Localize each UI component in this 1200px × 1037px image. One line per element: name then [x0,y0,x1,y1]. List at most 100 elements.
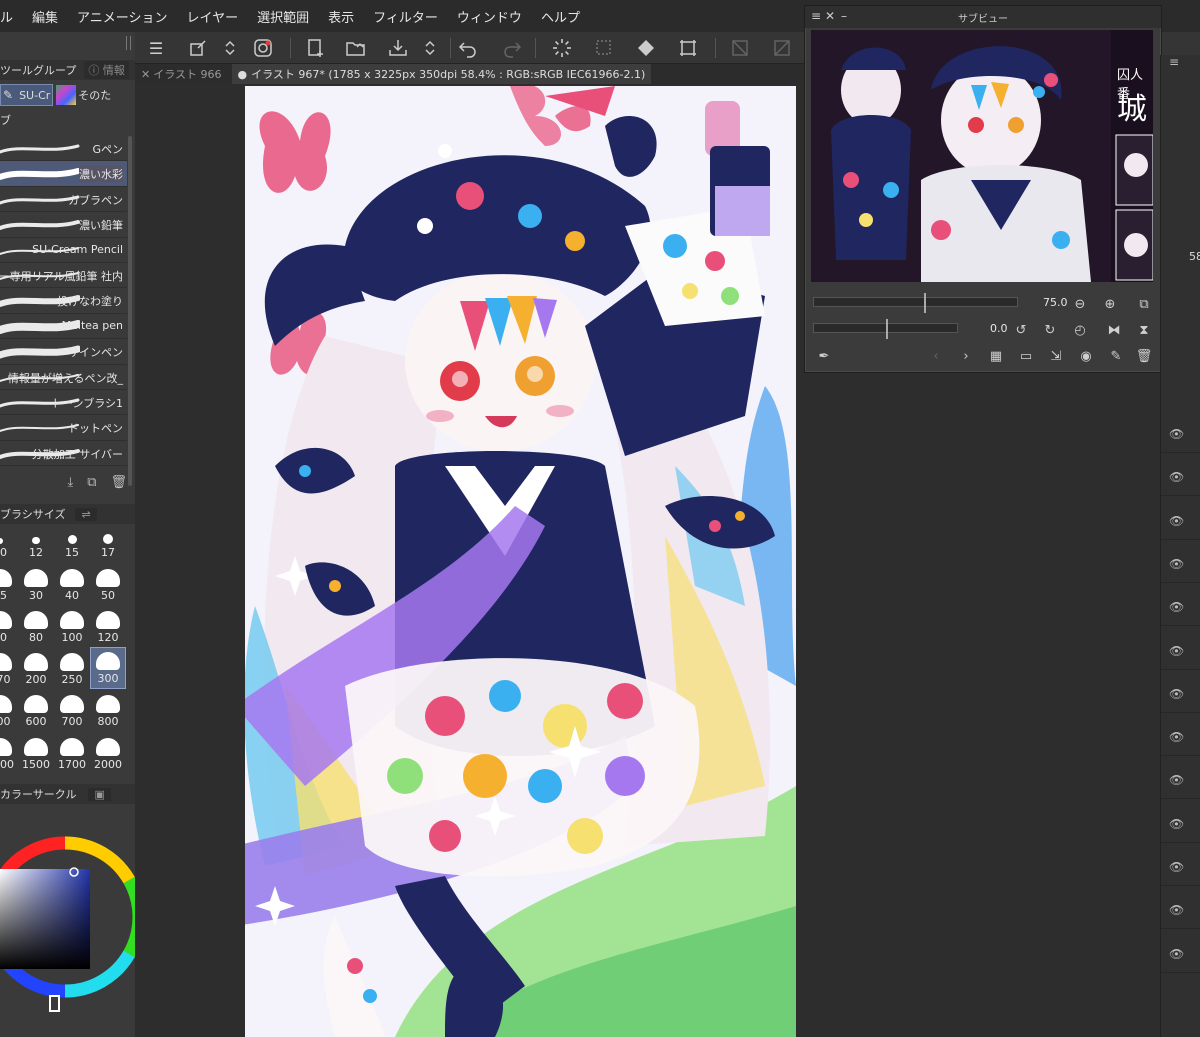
color-wheel[interactable] [0,822,135,1012]
invert-selection-icon[interactable] [771,37,793,59]
crop-icon[interactable] [677,37,699,59]
artwork-canvas[interactable] [245,86,796,1037]
hamburger-icon[interactable]: ☰ [145,37,167,59]
brush-size-option[interactable]: 800 [90,689,126,731]
close-icon[interactable]: ✕ [141,68,150,81]
rotate-right-icon[interactable]: ↻ [1041,321,1059,339]
save-icon[interactable] [387,37,409,59]
zoom-in-icon[interactable]: ⊕ [1101,295,1119,313]
clear-selection-icon[interactable] [729,37,751,59]
brush-list-scrollbar[interactable] [128,136,132,486]
hue-handle[interactable] [49,995,60,1012]
brush-item[interactable]: 分散加工 サイバー [0,440,127,467]
brush-item[interactable]: カブラペン [0,186,127,213]
eye-icon[interactable]: 👁 [1169,860,1184,874]
brush-size-option[interactable]: 1700 [54,731,90,773]
menu-help[interactable]: ヘルプ [541,7,580,26]
trash-icon[interactable]: 🗑 [1135,347,1153,365]
tab-illust-967[interactable]: ● イラスト 967* (1785 x 3225px 350dpi 58.4% … [231,64,652,84]
brush-item[interactable]: SU-Cream Pencil [0,237,127,263]
eye-icon[interactable]: 👁 [1169,557,1184,571]
menu-view[interactable]: 表示 [328,7,354,26]
open-folder-icon[interactable]: ▭ [1017,347,1035,365]
menu-lines-icon[interactable]: ≡ [811,9,821,23]
brush-size-option[interactable]: 40 [54,562,90,604]
redo-icon[interactable] [501,37,523,59]
brush-size-option[interactable]: 12 [18,520,54,562]
brush-size-option[interactable]: 100 [54,605,90,647]
spinner-icon[interactable] [551,37,573,59]
fill-icon[interactable] [635,37,657,59]
close-icon[interactable]: ✕ [825,9,835,23]
rotate-slider[interactable] [813,319,958,339]
previous-icon[interactable]: ‹ [927,347,945,365]
brush-size-option[interactable]: 2000 [90,731,126,773]
eye-icon[interactable]: 👁 [1169,644,1184,658]
zoom-slider-knob[interactable] [924,293,926,313]
panel-menu-icon[interactable]: ≡ [1169,55,1179,69]
rotate-left-icon[interactable]: ↺ [1012,321,1030,339]
brush-item[interactable]: 濃い水彩 [0,161,127,187]
brush-size-option[interactable]: 500 [0,689,18,731]
eye-icon[interactable]: 👁 [1169,947,1184,961]
brush-size-option[interactable]: 80 [18,605,54,647]
eye-icon[interactable]: 👁 [1169,687,1184,701]
reset-rotation-icon[interactable]: ◴ [1071,321,1089,339]
brush-size-option[interactable]: 17 [90,520,126,562]
brush-item[interactable]: ドットペン [0,415,127,441]
brush-size-option[interactable]: 25 [0,562,18,604]
zoom-slider[interactable] [813,293,1018,313]
grid-view-icon[interactable]: ▦ [987,347,1005,365]
slider-settings-icon[interactable]: ⇌ [75,507,97,521]
brush-size-option[interactable]: 70 [0,605,18,647]
brush-size-option[interactable]: 300 [90,646,126,690]
liquify-icon[interactable] [252,37,274,59]
brush-item[interactable]: 濃い鉛筆 [0,212,127,238]
camera-icon[interactable]: ◉ [1077,347,1095,365]
brush-size-option[interactable]: 10 [0,520,18,562]
eye-icon[interactable]: 👁 [1169,600,1184,614]
subtool-other[interactable]: そのた [56,84,111,106]
menu-selection[interactable]: 選択範囲 [257,7,309,26]
eye-icon[interactable]: 👁 [1169,470,1184,484]
brush-item[interactable]: サインペン [0,339,127,365]
eye-icon[interactable]: 👁 [1169,903,1184,917]
brush-size-option[interactable]: 120 [90,605,126,647]
subtool-su-cream[interactable]: ✎ SU-Cr [0,84,54,106]
eye-icon[interactable]: 👁 [1169,730,1184,744]
eye-icon[interactable]: 👁 [1169,427,1184,441]
brush-size-option[interactable]: 250 [54,647,90,689]
brush-size-option[interactable]: 15 [54,520,90,562]
duplicate-icon[interactable]: ⧉ [87,475,96,490]
panel-grip-icon[interactable] [126,36,131,50]
brush-size-option[interactable]: 600 [18,689,54,731]
menu-animation[interactable]: アニメーション [77,7,167,26]
subview-titlebar[interactable]: ≡ ✕ – サブビュー [805,6,1161,28]
rotate-slider-knob[interactable] [886,319,888,339]
brush-item[interactable]: 情報量が増えるペン改_ [0,364,127,390]
open-folder-icon[interactable] [345,37,367,59]
flip-horizontal-icon[interactable]: ⧓ [1105,321,1123,339]
eye-icon[interactable]: 👁 [1169,514,1184,528]
minimize-icon[interactable]: – [841,9,847,23]
save-options-icon[interactable] [419,37,441,59]
menu-edit[interactable]: 編集 [32,7,58,26]
brush-size-option[interactable]: 50 [90,562,126,604]
brush-size-option[interactable]: 30 [18,562,54,604]
brush-item[interactable]: Gペン [0,136,127,162]
menu-layer[interactable]: レイヤー [187,7,239,26]
brush-item[interactable]: Meltea pen [0,313,127,340]
edit-icon[interactable]: ✎ [1107,347,1125,365]
select-icon[interactable] [593,37,615,59]
brush-item[interactable]: トーンブラシ1 [0,389,127,416]
new-canvas-icon[interactable] [305,37,327,59]
tab-tool-group[interactable]: ツールグループ [0,62,76,78]
menu-file[interactable]: ル [0,7,13,26]
transform-icon[interactable] [187,37,209,59]
brush-size-option[interactable]: 1500 [18,731,54,773]
brush-size-option[interactable]: 170 [0,647,18,689]
subview-reference-image[interactable]: 囚人番 城 [811,30,1153,282]
zoom-out-icon[interactable]: ⊖ [1071,295,1089,313]
color-mode-icon[interactable]: ▣ [88,787,111,801]
tab-info[interactable]: ⓘ 情報 [84,61,129,79]
